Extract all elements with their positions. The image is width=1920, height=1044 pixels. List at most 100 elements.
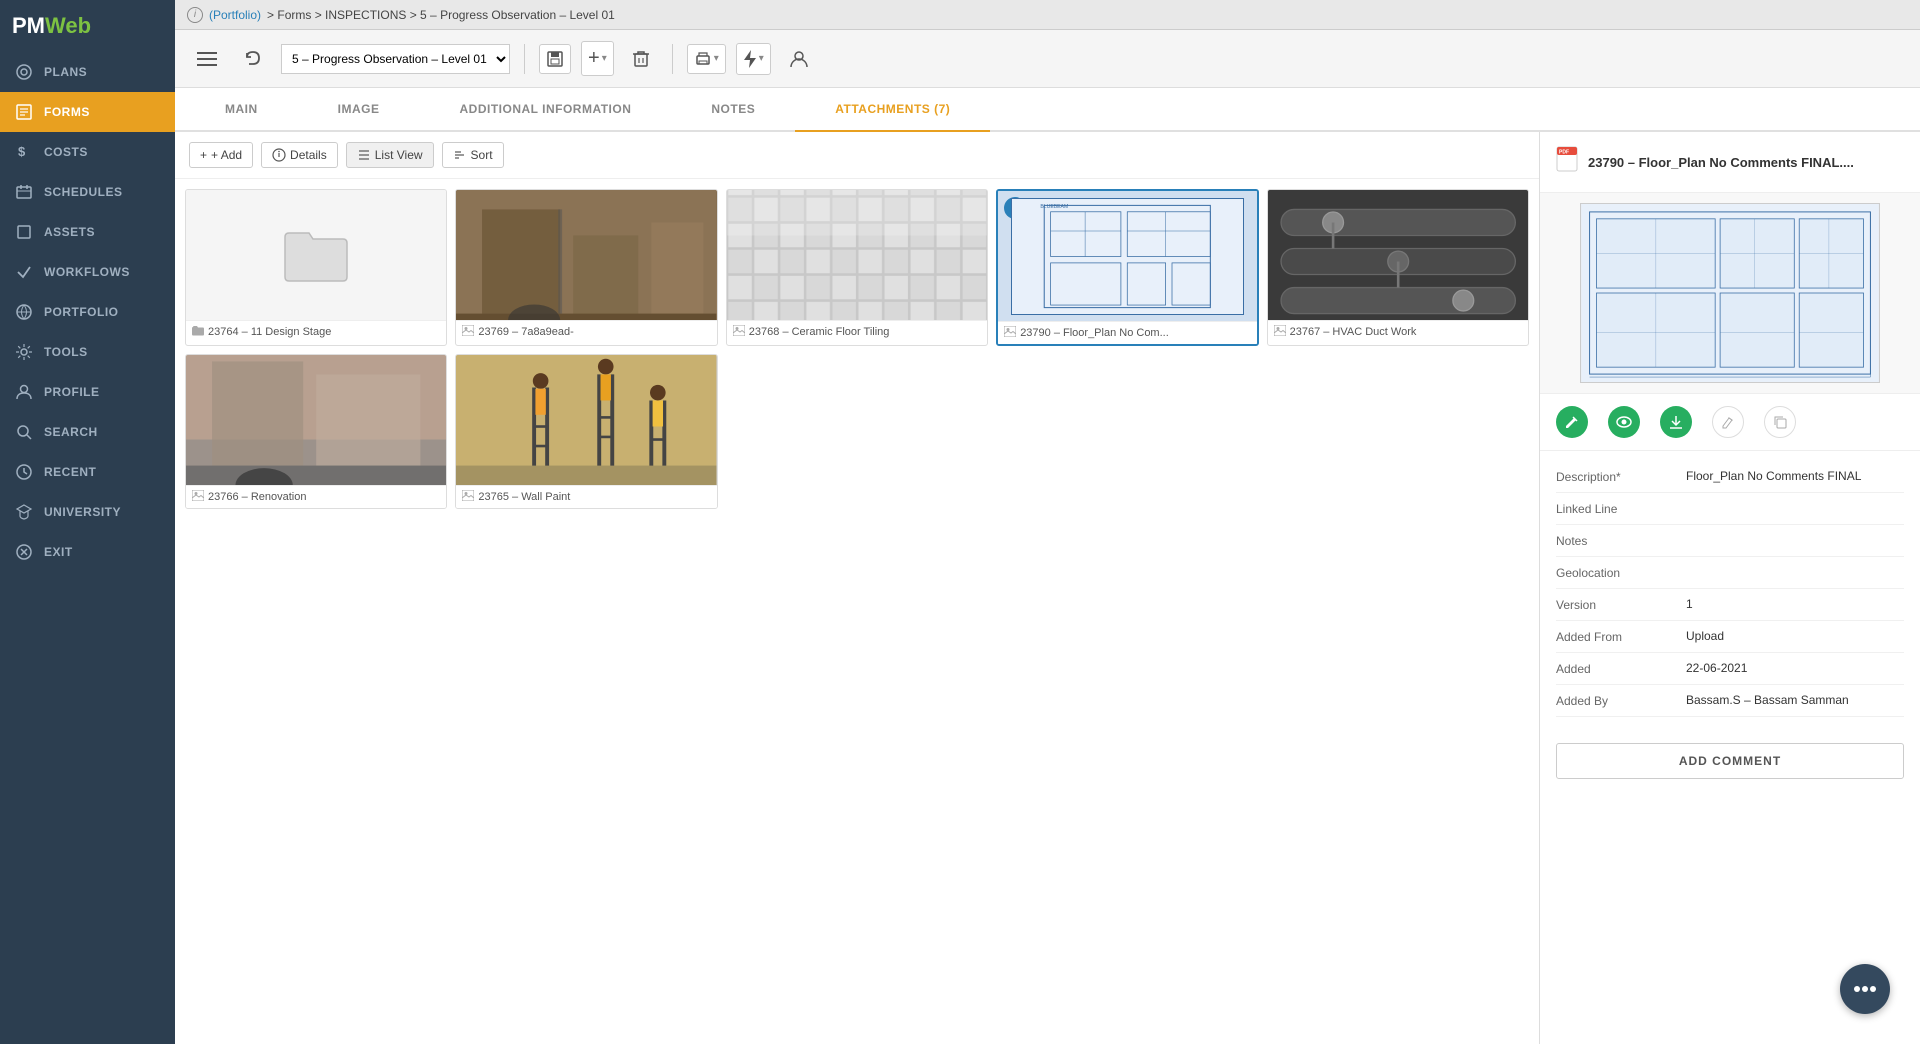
label-4: 23790 – Floor_Plan No Com... [998,321,1256,344]
recent-icon [14,462,34,482]
label-5: 23767 – HVAC Duct Work [1268,320,1528,343]
image-icon-7 [462,490,474,504]
sidebar-item-label: EXIT [44,545,73,559]
exit-icon [14,542,34,562]
label-7: 23765 – Wall Paint [456,485,716,508]
thumb-3 [727,190,987,320]
sidebar-item-plans[interactable]: PLANS [0,52,175,92]
gallery-item-6[interactable]: 23766 – Renovation [185,354,447,509]
record-selector[interactable]: 5 – Progress Observation – Level 01 [281,44,510,74]
sidebar-item-profile[interactable]: PROFILE [0,372,175,412]
image-icon-6 [192,490,204,504]
fab-button[interactable] [1840,964,1890,1014]
detail-panel: PDF 23790 – Floor_Plan No Comments FINAL… [1540,132,1920,1044]
sidebar-item-label: ASSETS [44,225,95,239]
copy-icon-button[interactable] [1764,406,1796,438]
undo-button[interactable] [235,43,271,75]
university-icon [14,502,34,522]
details-button[interactable]: Details [261,142,338,168]
thumb-1 [186,190,446,320]
sidebar-item-recent[interactable]: RECENT [0,452,175,492]
value-added-from: Upload [1686,629,1904,643]
sidebar-item-tools[interactable]: TOOLS [0,332,175,372]
workflows-icon [14,262,34,282]
tab-notes[interactable]: NOTES [671,88,795,132]
search-icon [14,422,34,442]
pencil-icon-button[interactable] [1712,406,1744,438]
assets-icon [14,222,34,242]
sort-button[interactable]: Sort [442,142,504,168]
sidebar-item-portfolio[interactable]: PORTFOLIO [0,292,175,332]
field-geolocation: Geolocation [1556,557,1904,589]
tab-attachments[interactable]: ATTACHMENTS (7) [795,88,990,132]
content-area: + + Add Details List View Sort [175,132,1920,1044]
gallery-item-2[interactable]: 23769 – 7a8a9ead- [455,189,717,346]
user-button[interactable] [781,43,817,75]
detail-header: PDF 23790 – Floor_Plan No Comments FINAL… [1540,132,1920,193]
value-description: Floor_Plan No Comments FINAL [1686,469,1904,483]
divider-2 [672,44,673,74]
sidebar-item-search[interactable]: SEARCH [0,412,175,452]
sidebar-item-label: TOOLS [44,345,88,359]
sidebar-item-exit[interactable]: EXIT [0,532,175,572]
label-added-from: Added From [1556,629,1686,644]
detail-fields: Description* Floor_Plan No Comments FINA… [1540,451,1920,727]
field-added-by: Added By Bassam.S – Bassam Samman [1556,685,1904,717]
breadcrumb-rest: > Forms > INSPECTIONS > 5 – Progress Obs… [267,8,615,22]
logo: PMWeb [0,0,175,52]
edit-icon-button[interactable] [1556,406,1588,438]
list-view-button[interactable]: List View [346,142,434,168]
tab-main[interactable]: MAIN [185,88,298,132]
label-6: 23766 – Renovation [186,485,446,508]
sidebar-item-label: WORKFLOWS [44,265,130,279]
sidebar-nav: PLANS FORMS $ COSTS SCHEDULES ASSETS [0,52,175,1044]
sidebar-item-forms[interactable]: FORMS [0,92,175,132]
preview-area [1540,193,1920,394]
label-notes: Notes [1556,533,1686,548]
label-added-by: Added By [1556,693,1686,708]
label-3: 23768 – Ceramic Floor Tiling [727,320,987,343]
save-button[interactable] [539,44,571,74]
action-icons-row [1540,394,1920,451]
lightning-button[interactable]: ▾ [736,43,771,75]
view-icon-button[interactable] [1608,406,1640,438]
label-geolocation: Geolocation [1556,565,1686,580]
sidebar-item-assets[interactable]: ASSETS [0,212,175,252]
download-icon-button[interactable] [1660,406,1692,438]
sidebar-item-workflows[interactable]: WORKFLOWS [0,252,175,292]
label-1: 23764 – 11 Design Stage [186,320,446,343]
gallery-item-1[interactable]: 23764 – 11 Design Stage [185,189,447,346]
value-added: 22-06-2021 [1686,661,1904,675]
print-button[interactable]: ▾ [687,44,726,74]
main-content: i (Portfolio) > Forms > INSPECTIONS > 5 … [175,0,1920,1044]
tools-icon [14,342,34,362]
add-attachment-button[interactable]: + + Add [189,142,253,168]
gallery-item-7[interactable]: 23765 – Wall Paint [455,354,717,509]
profile-icon [14,382,34,402]
field-notes: Notes [1556,525,1904,557]
thumb-6 [186,355,446,485]
sidebar-item-costs[interactable]: $ COSTS [0,132,175,172]
gallery-item-5[interactable]: 23767 – HVAC Duct Work [1267,189,1529,346]
tab-image[interactable]: IMAGE [298,88,420,132]
add-button[interactable]: + ▾ [581,41,614,76]
add-comment-button[interactable]: ADD COMMENT [1556,743,1904,779]
divider-1 [524,44,525,74]
delete-button[interactable] [624,43,658,75]
gallery-item-3[interactable]: 23768 – Ceramic Floor Tiling [726,189,988,346]
pdf-icon: PDF [1556,146,1578,178]
menu-button[interactable] [189,45,225,73]
label-description: Description* [1556,469,1686,484]
breadcrumb-portfolio[interactable]: (Portfolio) [209,8,261,22]
sidebar-item-schedules[interactable]: SCHEDULES [0,172,175,212]
tab-bar: MAIN IMAGE ADDITIONAL INFORMATION NOTES … [175,88,1920,132]
info-icon[interactable]: i [187,7,203,23]
thumb-4: ✓ [998,191,1256,321]
blueprint-preview: BLUEBEAM [1011,198,1244,315]
sidebar-item-university[interactable]: UNIVERSITY [0,492,175,532]
field-linked-line: Linked Line [1556,493,1904,525]
tab-additional[interactable]: ADDITIONAL INFORMATION [420,88,672,132]
field-description: Description* Floor_Plan No Comments FINA… [1556,461,1904,493]
gallery-item-4[interactable]: ✓ [996,189,1258,346]
label-added: Added [1556,661,1686,676]
